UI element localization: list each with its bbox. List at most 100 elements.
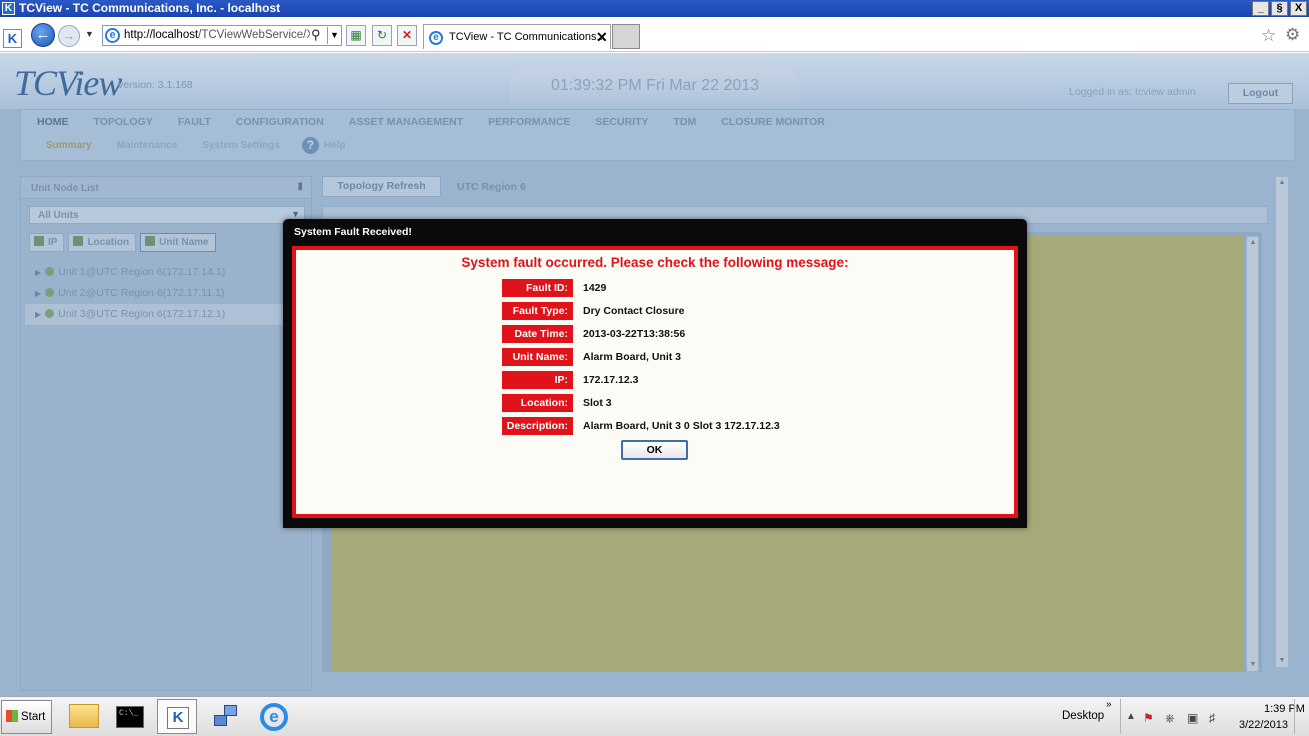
history-dropdown-icon[interactable]: ▼	[85, 29, 94, 39]
nav-performance[interactable]: PERFORMANCE	[488, 116, 570, 132]
forward-button[interactable]: →	[58, 25, 80, 47]
field-value: Dry Contact Closure	[583, 305, 685, 317]
expand-arrow-icon[interactable]: ▶	[35, 268, 41, 277]
windows-logo-icon	[6, 710, 18, 722]
back-button[interactable]: ←	[31, 23, 55, 47]
refresh-icon[interactable]: ↻	[372, 25, 392, 46]
field-value: Alarm Board, Unit 3 0 Slot 3 172.17.12.3	[583, 420, 780, 432]
main-navigation: HOME TOPOLOGY FAULT CONFIGURATION ASSET …	[20, 109, 1295, 161]
subnav-system-settings[interactable]: System Settings	[202, 140, 280, 151]
taskbar-explorer[interactable]	[63, 699, 103, 734]
taskbar-tcview[interactable]: K	[157, 699, 197, 734]
taskbar-internet-explorer[interactable]: e	[253, 699, 293, 734]
dialog-heading: System fault occurred. Please check the …	[461, 255, 849, 270]
minimize-button[interactable]: _	[1252, 1, 1269, 16]
dialog-body: System fault occurred. Please check the …	[292, 246, 1018, 518]
subnav-summary[interactable]: Summary	[46, 140, 92, 151]
topology-refresh-button[interactable]: Topology Refresh	[322, 176, 441, 197]
field-value: 172.17.12.3	[583, 374, 639, 386]
internet-explorer-icon: e	[260, 703, 288, 731]
window-title: TCView - TC Communications, Inc. - local…	[19, 1, 281, 15]
show-desktop-button[interactable]	[1294, 699, 1308, 734]
nav-closure-monitor[interactable]: CLOSURE MONITOR	[721, 116, 825, 132]
new-tab-button[interactable]	[612, 24, 640, 49]
taskbar-network[interactable]	[206, 699, 246, 734]
outer-scrollbar[interactable]: ▲ ▼	[1275, 176, 1289, 668]
search-icon[interactable]: ⚲	[311, 27, 321, 43]
unit-node-list-panel: Unit Node List ▮ All Units ▼ IP Location…	[20, 176, 312, 691]
subnav-help[interactable]: Help	[324, 140, 346, 151]
sort-by-location-button[interactable]: Location	[68, 233, 137, 252]
close-window-button[interactable]: X	[1290, 1, 1307, 16]
network-tray-icon[interactable]: ▣	[1187, 711, 1198, 725]
field-value: Alarm Board, Unit 3	[583, 351, 682, 363]
desktop-toolbar-label[interactable]: Desktop	[1062, 710, 1104, 722]
field-value: 2013-03-22T13:38:56	[583, 328, 686, 340]
address-dropdown-icon[interactable]: ▼	[327, 27, 341, 44]
nav-asset-management[interactable]: ASSET MANAGEMENT	[349, 116, 463, 132]
subnav-maintenance[interactable]: Maintenance	[117, 140, 178, 151]
nav-topology[interactable]: TOPOLOGY	[94, 116, 153, 132]
tcview-icon: K	[167, 707, 189, 729]
field-label: Unit Name:	[502, 348, 573, 366]
nav-tdm[interactable]: TDM	[673, 116, 696, 132]
unit-tree: ▶ Unit 1@UTC Region 6(172.17.14.1) ▶ Unit …	[25, 262, 307, 325]
nav-home[interactable]: HOME	[37, 116, 69, 132]
nav-configuration[interactable]: CONFIGURATION	[236, 116, 324, 132]
field-label: Location:	[502, 394, 573, 412]
tab-close-icon[interactable]: ✕	[596, 29, 608, 46]
tab-tcview[interactable]: e TCView - TC Communications... ✕	[423, 24, 611, 49]
action-center-icon[interactable]: ⚑	[1143, 711, 1154, 725]
help-icon[interactable]: ?	[301, 136, 319, 154]
scroll-up-icon[interactable]: ▲	[1276, 177, 1288, 189]
ie-tab-icon: e	[429, 31, 443, 45]
taskbar-command-prompt[interactable]: C:\_	[110, 699, 150, 734]
nav-security[interactable]: SECURITY	[595, 116, 648, 132]
logout-button[interactable]: Logout	[1228, 83, 1293, 104]
favorites-star-icon[interactable]: ☆	[1261, 26, 1276, 46]
units-filter-select[interactable]: All Units ▼	[29, 206, 305, 224]
network-icon	[214, 704, 238, 728]
ie-page-icon: e	[105, 28, 120, 43]
folder-icon	[69, 704, 99, 728]
panel-title: Unit Node List	[31, 183, 99, 194]
scroll-down-icon[interactable]: ▼	[1247, 659, 1259, 671]
tree-node-unit-3[interactable]: ▶ Unit 3@UTC Region 6(172.17.12.1)	[25, 304, 307, 325]
status-ok-icon	[45, 288, 55, 297]
clock-date[interactable]: 3/22/2013	[1239, 719, 1288, 731]
compatibility-view-icon[interactable]: ▦	[346, 25, 366, 46]
sort-by-ip-button[interactable]: IP	[29, 233, 65, 252]
safely-remove-icon[interactable]: ⎈	[1165, 711, 1175, 726]
address-bar[interactable]: e http://localhost/TCViewWebService/XML …	[102, 25, 342, 46]
scroll-up-icon[interactable]: ▲	[1247, 237, 1259, 249]
tree-node-unit-1[interactable]: ▶ Unit 1@UTC Region 6(172.17.14.1)	[25, 262, 307, 283]
expand-arrow-icon[interactable]: ▶	[35, 310, 41, 319]
show-hidden-icons-icon[interactable]: ▲	[1126, 711, 1136, 722]
tools-gear-icon[interactable]: ⚙	[1285, 25, 1300, 45]
field-label: Description:	[502, 417, 573, 435]
logged-in-label: Logged in as: tcview admin	[1069, 86, 1196, 98]
restore-button[interactable]: §	[1271, 1, 1288, 16]
collapse-pin-icon[interactable]: ▮	[297, 181, 303, 192]
stop-icon[interactable]: ✕	[397, 25, 417, 46]
system-tray: ▲ ⚑ ⎈ ▣ ♯ 1:39 PM 3/22/2013	[1120, 699, 1309, 734]
panel-header: Unit Node List ▮	[21, 177, 311, 199]
sort-icon	[34, 236, 44, 246]
tcview-favicon-icon: K	[3, 29, 22, 48]
url-text[interactable]: http://localhost/TCViewWebService/XML	[124, 29, 310, 41]
nav-fault[interactable]: FAULT	[178, 116, 211, 132]
tcview-logo: TCView	[14, 63, 122, 103]
start-button[interactable]: Start	[1, 700, 52, 734]
sort-by-unit-name-button[interactable]: Unit Name	[140, 233, 216, 252]
command-prompt-icon: C:\_	[116, 706, 144, 728]
scroll-down-icon[interactable]: ▼	[1276, 655, 1288, 667]
volume-muted-icon[interactable]: ♯	[1209, 711, 1215, 725]
inner-scrollbar[interactable]: ▲ ▼	[1246, 236, 1259, 672]
toolbar-expand-icon[interactable]: »	[1106, 699, 1112, 710]
tree-node-unit-2[interactable]: ▶ Unit 2@UTC Region 6(172.17.11.1)	[25, 283, 307, 304]
units-filter-value: All Units	[38, 210, 79, 221]
clock-display: 01:39:32 PM Fri Mar 22 2013	[510, 68, 800, 104]
field-value: 1429	[583, 282, 607, 294]
expand-arrow-icon[interactable]: ▶	[35, 289, 41, 298]
ok-button[interactable]: OK	[621, 440, 688, 460]
